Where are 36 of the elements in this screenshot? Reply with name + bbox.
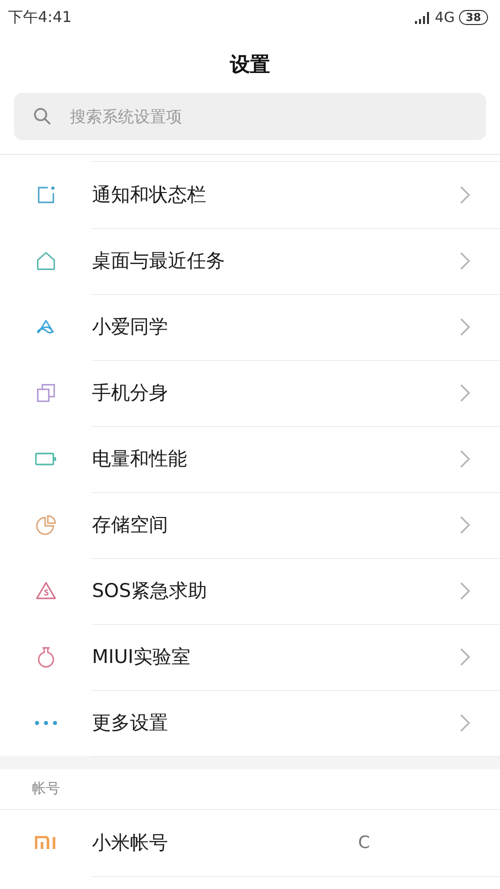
item-label: 桌面与最近任务: [92, 248, 226, 274]
status-time: 下午4:41: [8, 8, 72, 27]
warning-triangle-icon: [35, 580, 57, 602]
item-value: C: [358, 832, 370, 852]
settings-item[interactable]: 手机分身: [0, 360, 500, 426]
network-label: 4G: [434, 10, 455, 26]
copy-squares-icon: [35, 382, 57, 404]
battery-indicator: 38: [458, 10, 488, 25]
settings-item[interactable]: 通知和状态栏: [0, 162, 500, 228]
settings-item[interactable]: 小米帐号 C: [0, 810, 500, 876]
settings-item[interactable]: 存储空间: [0, 492, 500, 558]
item-label: 手机分身: [92, 380, 169, 406]
item-label: 小米帐号: [92, 830, 169, 856]
settings-item[interactable]: MIUI实验室: [0, 624, 500, 690]
settings-item[interactable]: 桌面与最近任务: [0, 228, 500, 294]
item-label: MIUI实验室: [92, 644, 192, 670]
item-label: 更多设置: [92, 710, 169, 736]
item-label: 存储空间: [92, 512, 169, 538]
item-label: 电量和性能: [92, 446, 188, 472]
search-icon: [33, 107, 52, 126]
pie-chart-icon: [35, 514, 57, 536]
item-label: 通知和状态栏: [92, 182, 207, 208]
flask-icon: [35, 645, 57, 669]
search-field[interactable]: 搜索系统设置项: [14, 93, 486, 140]
item-label: 小爱同学: [92, 314, 169, 340]
settings-item[interactable]: SOS紧急求助: [0, 558, 500, 624]
mi-logo-icon: [35, 836, 57, 850]
item-label: SOS紧急求助: [92, 578, 208, 604]
section-header: 帐号: [32, 780, 60, 798]
page-title: 设置: [228, 50, 271, 78]
notification-square-icon: [35, 184, 57, 206]
home-icon: [35, 250, 57, 272]
signal-icon: [414, 12, 431, 24]
settings-item[interactable]: 电量和性能: [0, 426, 500, 492]
settings-item[interactable]: 小爱同学: [0, 294, 500, 360]
more-dots-icon: [34, 720, 58, 726]
